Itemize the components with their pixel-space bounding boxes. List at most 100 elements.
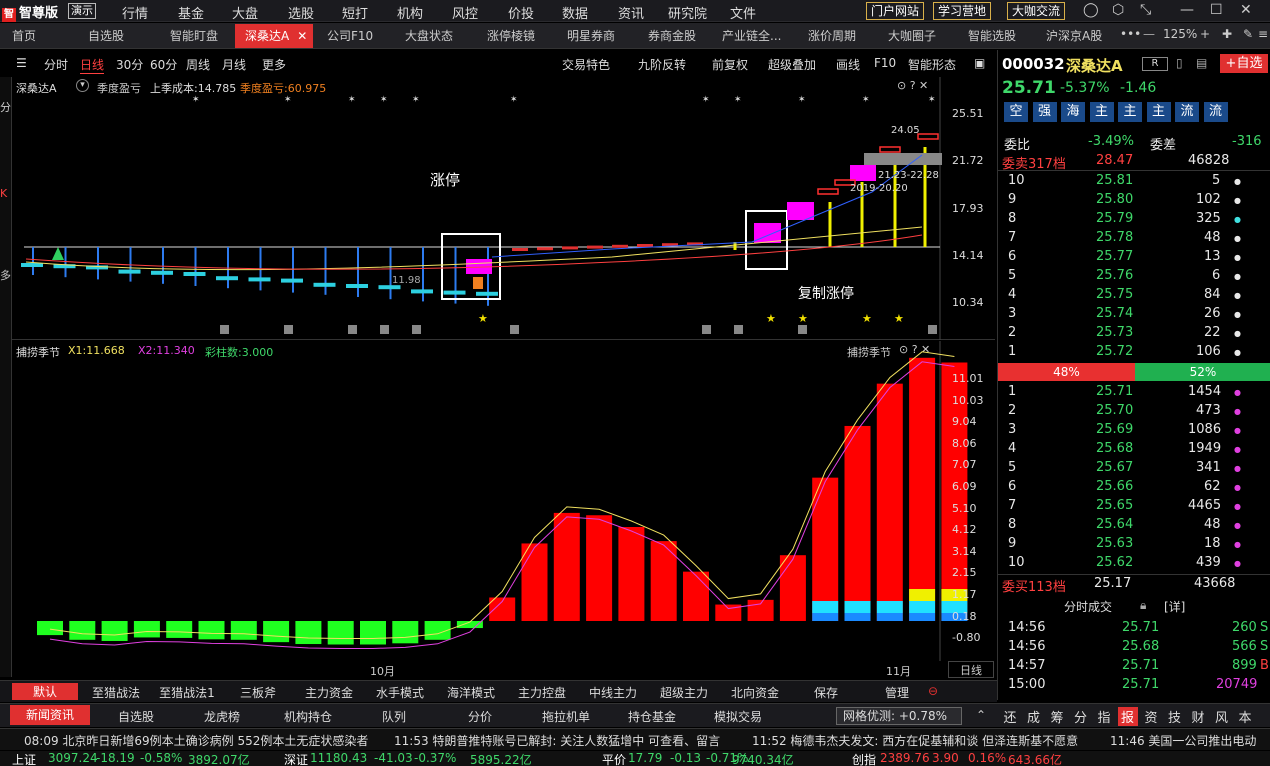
menu-item-9[interactable]: 资讯 [618,3,644,22]
template-tab-6[interactable]: 海洋模式 [438,684,504,701]
ask-row[interactable]: 6 25.77 13 ● [998,248,1270,267]
template-tab-12[interactable]: 管理 [864,684,930,701]
chart-tool-3[interactable]: 超级叠加 [768,56,816,73]
template-tab-3[interactable]: 三板斧 [225,684,291,701]
tag-5[interactable]: 主 [1146,102,1171,122]
period-6[interactable]: 更多 [262,56,286,73]
tab-6[interactable]: 涨停棱镜 [487,27,535,44]
tab-7[interactable]: 明星券商 [567,27,615,44]
tag-0[interactable]: 空 [1004,102,1028,122]
side-tab-10[interactable]: 本 [1235,707,1255,726]
bid-row[interactable]: 5 25.67 341 ● [998,459,1270,478]
period-5[interactable]: 月线 [222,56,246,73]
lock-icon[interactable]: 🔒︎ [1140,598,1146,613]
ask-row[interactable]: 8 25.79 325 ● [998,210,1270,229]
app-logo[interactable]: 智智尊版 [2,2,58,22]
maximize-icon[interactable]: ☐ [1210,2,1223,18]
learning-button[interactable]: 学习营地 [933,2,992,20]
tag-2[interactable]: 海 [1061,102,1085,122]
menu-item-4[interactable]: 短打 [342,3,368,22]
menu-item-1[interactable]: 基金 [178,3,204,22]
kline-chart[interactable]: 深桑达A ▾ 季度盈亏 上季成本:14.785 季度盈亏:60.975 ⊙ ? … [12,77,995,340]
menu-item-3[interactable]: 选股 [288,3,314,22]
ticks-detail-link[interactable]: [详] [1164,598,1185,615]
ask-row[interactable]: 10 25.81 5 ● [998,172,1270,191]
side-tab-4[interactable]: 指 [1094,707,1114,726]
doc-icon[interactable]: ▤ [1196,56,1207,70]
pin-icon[interactable]: ✚ [1222,27,1232,41]
tag-6[interactable]: 流 [1175,102,1199,122]
chart-tool-5[interactable]: F10 [874,56,896,70]
side-tab-7[interactable]: 技 [1165,707,1185,726]
template-tab-5[interactable]: 水手模式 [367,684,433,701]
tab-4[interactable]: 公司F10 [327,27,373,44]
zoom-out-icon[interactable]: — [1143,27,1155,41]
menu-item-8[interactable]: 数据 [562,3,588,22]
side-fenshi[interactable]: 分 [0,99,11,115]
indicator-chart[interactable]: 捕捞季节 X1:11.668 X2:11.340 彩柱数:3.000 捕捞季节 … [12,341,995,678]
tab-shensangda[interactable]: 深桑达A ✕ [235,24,313,48]
template-tab-0[interactable]: 默认 [12,683,78,700]
tab-5[interactable]: 大盘状态 [405,27,453,44]
tab-1[interactable]: 自选股 [88,27,124,44]
info-tab-2[interactable]: 龙虎榜 [182,708,262,725]
bid-row[interactable]: 7 25.65 4465 ● [998,497,1270,516]
tab-10[interactable]: 涨价周期 [808,27,856,44]
period-4[interactable]: 周线 [186,56,210,73]
bid-row[interactable]: 6 25.66 62 ● [998,478,1270,497]
menu-item-11[interactable]: 文件 [730,3,756,22]
menu-item-5[interactable]: 机构 [397,3,423,22]
user-icon[interactable]: ◯ [1083,2,1099,18]
ask-row[interactable]: 9 25.80 102 ● [998,191,1270,210]
menu-item-0[interactable]: 行情 [122,3,148,22]
period-3[interactable]: 60分 [150,56,177,73]
chart-tool-4[interactable]: 画线 [836,56,860,73]
ask-row[interactable]: 2 25.73 22 ● [998,324,1270,343]
close-icon[interactable]: ✕ [1240,2,1252,18]
bid-row[interactable]: 2 25.70 473 ● [998,402,1270,421]
template-tab-1[interactable]: 至猎战法 [83,684,149,701]
ask-row[interactable]: 5 25.76 6 ● [998,267,1270,286]
template-tab-7[interactable]: 主力控盘 [509,684,575,701]
ask-row[interactable]: 3 25.74 26 ● [998,305,1270,324]
tab-9[interactable]: 产业链全... [722,27,781,44]
tab-8[interactable]: 券商金股 [648,27,696,44]
menu-item-7[interactable]: 价投 [508,3,534,22]
info-tab-5[interactable]: 分价 [440,708,520,725]
news-item-2[interactable]: 11:52 梅德韦杰夫发文: 西方在促基辅和谈 但泽连斯基不愿意 [752,732,1078,749]
bid-row[interactable]: 10 25.62 439 ● [998,554,1270,573]
tag-4[interactable]: 主 [1118,102,1142,122]
info-tab-1[interactable]: 自选股 [96,708,176,725]
chart-tool-6[interactable]: 智能形态 [908,56,956,73]
side-tab-2[interactable]: 筹 [1047,707,1067,726]
add-favorite-button[interactable]: +自选股自选 [1220,54,1268,73]
add-tab-icon[interactable]: + [1200,27,1210,41]
collapse-icon[interactable]: ⊖ [928,684,938,698]
side-tab-9[interactable]: 风 [1212,707,1232,726]
side-tab-8[interactable]: 财 [1188,707,1208,726]
menu-item-6[interactable]: 风控 [452,3,478,22]
news-item-3[interactable]: 11:46 美国一公司推出电动 [1110,732,1256,749]
edit-icon[interactable]: ✎ [1243,27,1253,41]
info-tab-6[interactable]: 拖拉机单 [526,708,606,725]
tab-0[interactable]: 首页 [12,27,36,44]
menu-item-2[interactable]: 大盘 [232,3,258,22]
period-0[interactable]: 分时 [44,56,68,73]
side-kline[interactable]: K [0,187,7,200]
expand-up-icon[interactable]: ⌃ [976,708,986,722]
side-tab-6[interactable]: 资 [1141,707,1161,726]
tab-close-icon[interactable]: ✕ [297,29,307,43]
portal-button[interactable]: 门户网站 [866,2,925,20]
bid-row[interactable]: 8 25.64 48 ● [998,516,1270,535]
chart-tool-2[interactable]: 前复权 [712,56,748,73]
chart-tool-1[interactable]: 九阶反转 [638,56,686,73]
panel-icon[interactable]: ▣ [974,56,985,70]
side-tab-1[interactable]: 成 [1024,707,1044,726]
template-tab-11[interactable]: 保存 [793,684,859,701]
bid-row[interactable]: 9 25.63 18 ● [998,535,1270,554]
side-tab-5[interactable]: 报 [1117,707,1138,726]
more-icon[interactable]: ••• [1120,27,1141,41]
info-tab-0[interactable]: 新闻资讯 [10,705,90,725]
ask-row[interactable]: 4 25.75 84 ● [998,286,1270,305]
ask-row[interactable]: 7 25.78 48 ● [998,229,1270,248]
